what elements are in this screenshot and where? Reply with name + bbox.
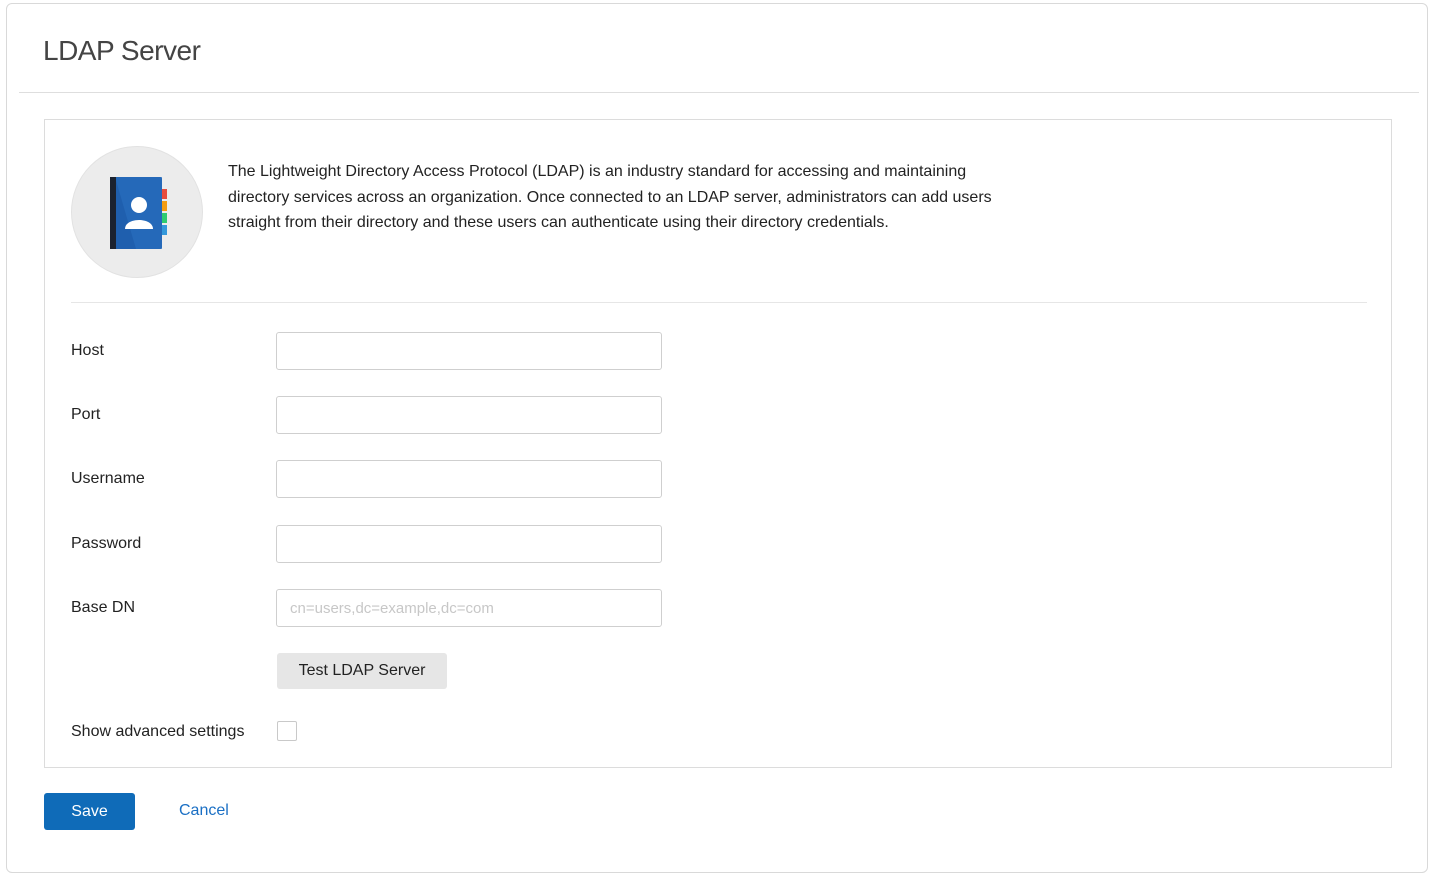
- username-row: Username: [71, 460, 691, 500]
- advanced-settings-row: Show advanced settings: [71, 720, 471, 744]
- port-label: Port: [71, 406, 101, 423]
- password-row: Password: [71, 525, 691, 565]
- host-row: Host: [71, 332, 691, 372]
- ldap-server-panel: LDAP Server The Lightweight Directory Ac…: [6, 3, 1428, 873]
- save-button[interactable]: Save: [44, 793, 135, 830]
- host-label: Host: [71, 342, 104, 359]
- base-dn-label: Base DN: [71, 599, 136, 616]
- page-title: LDAP Server: [43, 35, 201, 66]
- intro-description: The Lightweight Directory Access Protoco…: [228, 163, 992, 232]
- cancel-link[interactable]: Cancel: [179, 802, 229, 820]
- password-label: Password: [71, 535, 142, 552]
- host-input[interactable]: [276, 332, 662, 370]
- address-book-icon: [110, 177, 167, 249]
- test-ldap-server-button[interactable]: Test LDAP Server: [277, 653, 447, 689]
- advanced-settings-label: Show advanced settings: [71, 723, 245, 740]
- username-input[interactable]: [276, 460, 662, 498]
- port-row: Port: [71, 396, 691, 436]
- password-input[interactable]: [276, 525, 662, 563]
- advanced-settings-checkbox[interactable]: [277, 721, 297, 741]
- base-dn-input[interactable]: [276, 589, 662, 627]
- icon-badge: [71, 146, 203, 278]
- base-dn-row: Base DN: [71, 589, 691, 629]
- port-input[interactable]: [276, 396, 662, 434]
- username-label: Username: [71, 470, 145, 487]
- ldap-settings-card: The Lightweight Directory Access Protoco…: [44, 119, 1392, 768]
- page-header: LDAP Server: [19, 4, 1419, 93]
- intro-section: The Lightweight Directory Access Protoco…: [71, 146, 1367, 303]
